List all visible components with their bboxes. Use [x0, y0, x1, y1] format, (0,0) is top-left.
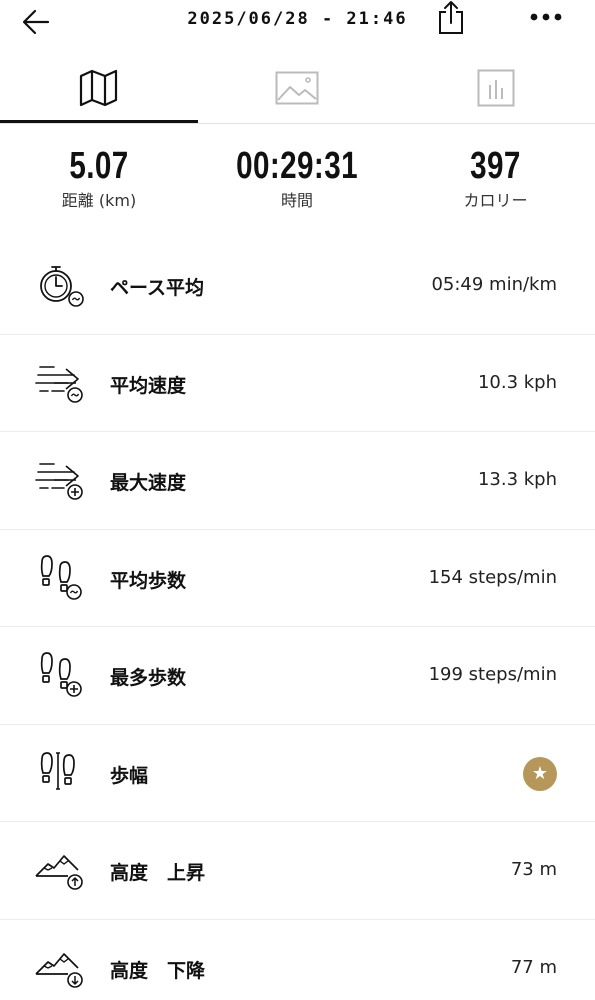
top-bar: 2025/06/28 - 21:46 — [0, 0, 595, 44]
steps-max-icon — [40, 652, 82, 697]
distance-stat: 5.07 距離 (km) — [0, 140, 198, 212]
distance-label: 距離 (km) — [61, 191, 137, 210]
metric-label: 高度 下降 — [110, 959, 206, 982]
metrics-list: ペース平均 05:49 min/km 平均速度 10.3 kph 最大速度 13… — [0, 237, 595, 1000]
chart-icon — [477, 69, 514, 107]
image-icon — [275, 71, 319, 105]
view-tabs — [0, 52, 595, 124]
metric-row-avg-cadence: 平均歩数 154 steps/min — [0, 530, 595, 627]
metric-row-max-cadence: 最多歩数 199 steps/min — [0, 627, 595, 725]
metric-value: 10.3 kph — [477, 371, 557, 393]
metric-row-stride: 歩幅 ★ — [0, 725, 595, 822]
metric-value: 73 m — [510, 859, 557, 880]
tab-map[interactable] — [0, 52, 198, 124]
metric-row-avg-speed: 平均速度 10.3 kph — [0, 335, 595, 432]
distance-value: 5.07 — [69, 145, 129, 187]
speed-avg-icon — [35, 365, 83, 403]
metric-value: 77 m — [510, 956, 557, 978]
metric-label: 歩幅 — [110, 764, 149, 787]
metric-row-max-speed: 最大速度 13.3 kph — [0, 432, 595, 530]
speed-max-icon — [35, 463, 83, 500]
metric-label: ペース平均 — [110, 277, 205, 299]
metric-label: 最大速度 — [110, 472, 187, 494]
metric-label: 高度 上昇 — [110, 862, 206, 884]
map-icon — [79, 69, 118, 107]
premium-star-badge[interactable]: ★ — [523, 756, 557, 791]
time-stat: 00:29:31 時間 — [198, 140, 396, 212]
calories-value: 397 — [470, 145, 521, 187]
metric-value: 13.3 kph — [477, 469, 557, 490]
metric-label: 平均速度 — [110, 374, 187, 397]
stopwatch-icon — [40, 266, 84, 307]
summary-stats: 5.07 距離 (km) 00:29:31 時間 397 カロリー — [0, 140, 595, 220]
metric-row-elevation-gain: 高度 上昇 73 m — [0, 822, 595, 920]
active-tab-indicator — [0, 120, 198, 123]
calories-label: カロリー — [463, 191, 528, 210]
steps-avg-icon — [40, 554, 82, 600]
elevation-down-icon — [35, 952, 83, 988]
tab-photos[interactable] — [198, 52, 396, 124]
more-options-icon[interactable] — [528, 9, 564, 25]
metric-label: 最多歩数 — [110, 667, 187, 689]
time-value: 00:29:31 — [236, 145, 358, 187]
elevation-up-icon — [35, 855, 83, 890]
metric-value: 05:49 min/km — [431, 274, 557, 295]
activity-datetime: 2025/06/28 - 21:46 — [187, 9, 408, 29]
stride-icon — [40, 751, 75, 790]
metric-value: 154 steps/min — [428, 566, 557, 588]
metric-value: 199 steps/min — [428, 664, 557, 685]
metric-label: 平均歩数 — [110, 569, 187, 592]
metric-row-elevation-loss: 高度 下降 77 m — [0, 920, 595, 1000]
share-icon[interactable] — [434, 0, 468, 36]
calories-stat: 397 カロリー — [396, 140, 595, 212]
tab-charts[interactable] — [396, 52, 595, 124]
metric-row-pace: ペース平均 05:49 min/km — [0, 237, 595, 335]
time-label: 時間 — [280, 191, 313, 210]
